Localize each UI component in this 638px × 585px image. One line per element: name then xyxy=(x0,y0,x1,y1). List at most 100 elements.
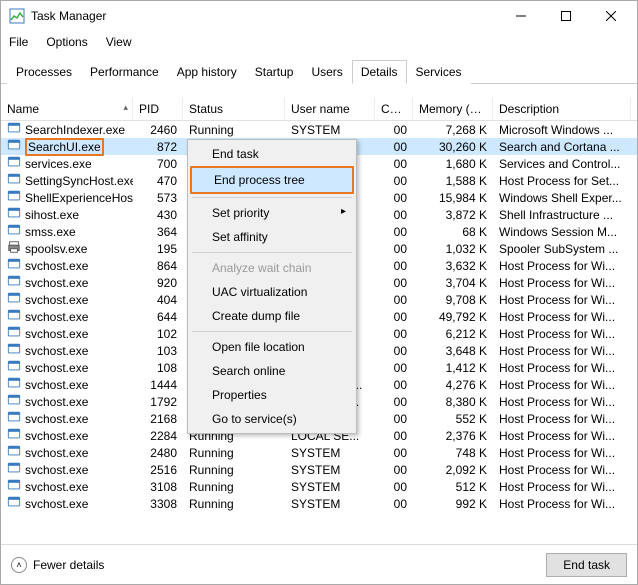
fewer-details-label: Fewer details xyxy=(33,558,104,572)
cell-user: SYSTEM xyxy=(285,445,375,461)
column-header-pid[interactable]: PID xyxy=(133,98,183,120)
cell-user: SYSTEM xyxy=(285,122,375,138)
process-icon xyxy=(7,410,21,427)
cell-description: Host Process for Wi... xyxy=(493,292,631,308)
cell-description: Host Process for Wi... xyxy=(493,394,631,410)
process-name: svchost.exe xyxy=(25,412,88,426)
chevron-right-icon: ▸ xyxy=(341,206,346,217)
process-icon xyxy=(7,393,21,410)
process-name: SearchIndexer.exe xyxy=(25,123,125,137)
ctx-search-online[interactable]: Search online xyxy=(190,359,354,383)
ctx-create-dump-file[interactable]: Create dump file xyxy=(190,304,354,328)
process-name: spoolsv.exe xyxy=(25,242,87,256)
table-row[interactable]: svchost.exe3108RunningSYSTEM00512 KHost … xyxy=(1,478,637,495)
process-icon xyxy=(7,342,21,359)
cell-pid: 1444 xyxy=(133,377,183,393)
ctx-analyze-wait-chain: Analyze wait chain xyxy=(190,256,354,280)
cell-description: Host Process for Wi... xyxy=(493,377,631,393)
process-name: svchost.exe xyxy=(25,480,88,494)
ctx-set-priority[interactable]: Set priority▸ xyxy=(190,201,354,225)
process-name: services.exe xyxy=(25,157,92,171)
process-name: svchost.exe xyxy=(25,497,88,511)
menu-file[interactable]: File xyxy=(7,33,30,51)
cell-description: Host Process for Wi... xyxy=(493,309,631,325)
cell-memory: 512 K xyxy=(413,479,493,495)
column-header-status[interactable]: Status xyxy=(183,98,285,120)
table-row[interactable]: svchost.exe2516RunningSYSTEM002,092 KHos… xyxy=(1,461,637,478)
table-row[interactable]: SearchIndexer.exe2460RunningSYSTEM007,26… xyxy=(1,121,637,138)
cell-pid: 108 xyxy=(133,360,183,376)
ctx-go-to-services[interactable]: Go to service(s) xyxy=(190,407,354,431)
cell-cpu: 00 xyxy=(375,156,413,172)
tab-users[interactable]: Users xyxy=(302,60,351,84)
column-header-name[interactable]: Name▴ xyxy=(1,98,133,120)
cell-cpu: 00 xyxy=(375,241,413,257)
minimize-button[interactable] xyxy=(498,2,543,30)
ctx-properties[interactable]: Properties xyxy=(190,383,354,407)
ctx-end-process-tree[interactable]: End process tree xyxy=(190,166,354,194)
maximize-button[interactable] xyxy=(543,2,588,30)
column-header-description[interactable]: Description xyxy=(493,98,631,120)
window-title: Task Manager xyxy=(31,9,498,23)
cell-cpu: 00 xyxy=(375,394,413,410)
cell-memory: 1,588 K xyxy=(413,173,493,189)
cell-cpu: 00 xyxy=(375,207,413,223)
process-name: svchost.exe xyxy=(25,327,88,341)
cell-description: Host Process for Wi... xyxy=(493,258,631,274)
ctx-separator xyxy=(192,197,352,198)
cell-memory: 9,708 K xyxy=(413,292,493,308)
tab-startup[interactable]: Startup xyxy=(246,60,303,84)
cell-memory: 748 K xyxy=(413,445,493,461)
cell-cpu: 00 xyxy=(375,411,413,427)
cell-description: Shell Infrastructure ... xyxy=(493,207,631,223)
menubar: File Options View xyxy=(1,31,637,57)
menu-view[interactable]: View xyxy=(104,33,134,51)
process-name: svchost.exe xyxy=(25,344,88,358)
cell-user: SYSTEM xyxy=(285,462,375,478)
cell-description: Host Process for Wi... xyxy=(493,428,631,444)
process-icon xyxy=(7,223,21,240)
process-name: svchost.exe xyxy=(25,276,88,290)
ctx-separator xyxy=(192,331,352,332)
cell-cpu: 00 xyxy=(375,122,413,138)
footer: ˄ Fewer details End task xyxy=(1,544,637,584)
end-task-button[interactable]: End task xyxy=(546,553,627,577)
process-name: svchost.exe xyxy=(25,293,88,307)
cell-description: Host Process for Wi... xyxy=(493,326,631,342)
menu-options[interactable]: Options xyxy=(44,33,89,51)
ctx-open-file-location[interactable]: Open file location xyxy=(190,335,354,359)
process-icon xyxy=(7,138,21,155)
tab-details[interactable]: Details xyxy=(352,60,407,84)
process-icon xyxy=(7,240,21,257)
cell-description: Host Process for Wi... xyxy=(493,479,631,495)
cell-cpu: 00 xyxy=(375,190,413,206)
cell-pid: 1792 xyxy=(133,394,183,410)
titlebar: Task Manager xyxy=(1,1,637,31)
tab-processes[interactable]: Processes xyxy=(7,60,81,84)
cell-memory: 992 K xyxy=(413,496,493,512)
cell-memory: 552 K xyxy=(413,411,493,427)
cell-pid: 195 xyxy=(133,241,183,257)
ctx-uac-virtualization[interactable]: UAC virtualization xyxy=(190,280,354,304)
process-icon xyxy=(7,478,21,495)
cell-cpu: 00 xyxy=(375,428,413,444)
process-icon xyxy=(7,308,21,325)
tab-app-history[interactable]: App history xyxy=(168,60,246,84)
close-button[interactable] xyxy=(588,2,633,30)
cell-description: Services and Control... xyxy=(493,156,631,172)
process-icon xyxy=(7,155,21,172)
cell-memory: 3,632 K xyxy=(413,258,493,274)
cell-memory: 3,648 K xyxy=(413,343,493,359)
process-name: svchost.exe xyxy=(25,259,88,273)
table-row[interactable]: svchost.exe3308RunningSYSTEM00992 KHost … xyxy=(1,495,637,512)
ctx-end-task[interactable]: End task xyxy=(190,142,354,166)
table-row[interactable]: svchost.exe2480RunningSYSTEM00748 KHost … xyxy=(1,444,637,461)
tab-performance[interactable]: Performance xyxy=(81,60,168,84)
column-header-cpu[interactable]: CPU xyxy=(375,98,413,120)
ctx-set-affinity[interactable]: Set affinity xyxy=(190,225,354,249)
cell-pid: 2168 xyxy=(133,411,183,427)
fewer-details-button[interactable]: ˄ Fewer details xyxy=(11,557,104,573)
tab-services[interactable]: Services xyxy=(407,60,471,84)
column-header-memory[interactable]: Memory (p... xyxy=(413,98,493,120)
column-header-user[interactable]: User name xyxy=(285,98,375,120)
